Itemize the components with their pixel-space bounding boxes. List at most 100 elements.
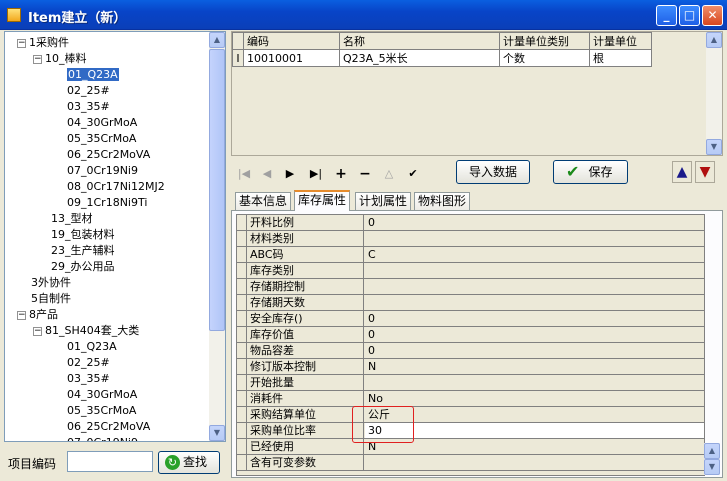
property-row[interactable]: 材料类别 [237,231,704,247]
property-row[interactable]: 消耗件 No [237,391,704,407]
scroll-down-icon[interactable]: ▼ [706,139,722,155]
property-row[interactable]: 库存类别 [237,263,704,279]
tree-node[interactable]: 08_0Cr17Ni12MJ2 [67,179,165,194]
column-header[interactable]: 名称 [339,32,500,50]
next-record-icon[interactable]: ▶ [281,166,299,182]
property-row[interactable]: 已经使用 N [237,439,704,455]
tab-planning-properties[interactable]: 计划属性 [355,192,412,210]
column-header[interactable]: 计量单位 [589,32,652,50]
property-value[interactable]: No [365,391,704,406]
item-code-input[interactable] [67,451,153,472]
tree-node[interactable]: 09_1Cr18Ni9Ti [67,195,147,210]
tree-node[interactable]: 04_30GrMoA [67,387,137,402]
find-button[interactable]: ↻ 查找 [158,451,220,474]
property-row[interactable]: ABC码 C [237,247,704,263]
property-row[interactable]: 修订版本控制 N [237,359,704,375]
tree-node[interactable]: 01_Q23A [67,339,117,354]
tree-node[interactable]: −81_SH404套_大类 [33,323,139,338]
tree-node[interactable]: 05_35CrMoA [67,403,136,418]
tree-node[interactable]: 04_30GrMoA [67,115,137,130]
edit-record-icon[interactable]: △ [380,166,398,182]
tree-node[interactable]: 06_25Cr2MoVA [67,419,150,434]
move-down-button[interactable]: ▼ [695,161,715,183]
property-value[interactable] [365,231,704,246]
property-row[interactable]: 开始批量 [237,375,704,391]
property-value[interactable] [365,263,704,278]
tree-node[interactable]: −8产品 [17,307,58,322]
property-row[interactable]: 库存价值 0 [237,327,704,343]
tree-node[interactable]: 03_35# [67,371,110,386]
property-value[interactable]: 公斤 [365,407,704,422]
property-value[interactable]: 0 [365,311,704,326]
collapse-icon[interactable]: − [33,54,42,64]
property-value[interactable]: C [365,247,704,262]
tree-node[interactable]: 02_25# [67,355,110,370]
property-value[interactable]: 0 [365,327,704,342]
scroll-thumb[interactable] [209,49,225,331]
tab-inventory-properties[interactable]: 库存属性 [294,190,351,211]
property-value[interactable]: 30 [365,423,704,438]
tree-node[interactable]: 05_35CrMoA [67,131,136,146]
table-cell[interactable]: 根 [589,49,652,67]
tree-node[interactable]: 07_0Cr19Ni9 [67,435,138,441]
tree-node[interactable]: 5自制件 [31,291,71,306]
splitter[interactable] [226,31,230,481]
scroll-down-icon[interactable]: ▼ [209,425,225,441]
import-data-button[interactable]: 导入数据 [456,160,530,184]
scroll-down-icon[interactable]: ▼ [704,459,720,475]
property-value[interactable] [365,375,704,390]
collapse-icon[interactable]: − [17,38,26,48]
tree-node[interactable]: 01_Q23A [67,67,119,82]
column-header[interactable]: 编码 [243,32,340,50]
post-record-icon[interactable]: ✔ [404,166,422,182]
last-record-icon[interactable]: ▶| [307,166,325,182]
scroll-up-icon[interactable]: ▲ [209,32,225,48]
prior-record-icon[interactable]: ◀ [258,166,276,182]
category-tree[interactable]: −1采购件 −10_棒料 01_Q23A 02_25# 03_35# 04_30GrMoA… [5,32,210,441]
tab-basic-info[interactable]: 基本信息 [235,192,292,210]
tree-node[interactable]: 3外协件 [31,275,71,290]
property-value[interactable]: 0 [365,215,704,230]
maximize-button[interactable]: □ [679,5,700,26]
property-row[interactable]: 开料比例 0 [237,215,704,231]
property-value[interactable]: 0 [365,343,704,358]
close-button[interactable]: ✕ [702,5,723,26]
property-value[interactable] [365,295,704,310]
delete-record-icon[interactable]: − [356,166,374,182]
tree-node[interactable]: −1采购件 [17,35,69,50]
column-header[interactable]: 计量单位类别 [499,32,590,50]
tree-node[interactable]: 29_办公用品 [51,259,115,274]
property-row[interactable]: 采购单位比率 30 [237,423,704,439]
property-row[interactable]: 物品容差 0 [237,343,704,359]
tree-node[interactable]: −10_棒料 [33,51,87,66]
scroll-up-icon[interactable]: ▲ [704,443,720,459]
insert-record-icon[interactable]: + [332,166,350,182]
property-scrollbar[interactable]: ▲ ▼ [704,443,720,475]
tree-node[interactable]: 23_生产辅料 [51,243,115,258]
property-row[interactable]: 安全库存() 0 [237,311,704,327]
tree-node[interactable]: 03_35# [67,99,110,114]
tree-node[interactable]: 02_25# [67,83,110,98]
save-button[interactable]: ✔ 保存 [553,160,628,184]
collapse-icon[interactable]: − [33,326,42,336]
property-value[interactable] [365,455,704,470]
property-row[interactable]: 存储期天数 [237,295,704,311]
tree-node[interactable]: 13_型材 [51,211,93,226]
tree-node[interactable]: 06_25Cr2MoVA [67,147,150,162]
collapse-icon[interactable]: − [17,310,26,320]
grid-scrollbar[interactable]: ▲ ▼ [706,32,722,155]
property-row[interactable]: 采购结算单位 公斤 [237,407,704,423]
scroll-up-icon[interactable]: ▲ [706,32,722,48]
tree-node[interactable]: 19_包装材料 [51,227,115,242]
first-record-icon[interactable]: |◀ [235,166,253,182]
table-cell[interactable]: 10010001 [243,49,340,67]
property-row[interactable]: 含有可变参数 [237,455,704,471]
table-row[interactable]: I 10010001 Q23A_5米长 个数 根 [232,49,652,67]
property-value[interactable]: N [365,439,704,454]
minimize-button[interactable]: _ [656,5,677,26]
tree-node[interactable]: 07_0Cr19Ni9 [67,163,138,178]
move-up-button[interactable]: ▲ [672,161,692,183]
property-value[interactable] [365,279,704,294]
property-row[interactable]: 存储期控制 [237,279,704,295]
table-cell[interactable]: 个数 [499,49,590,67]
